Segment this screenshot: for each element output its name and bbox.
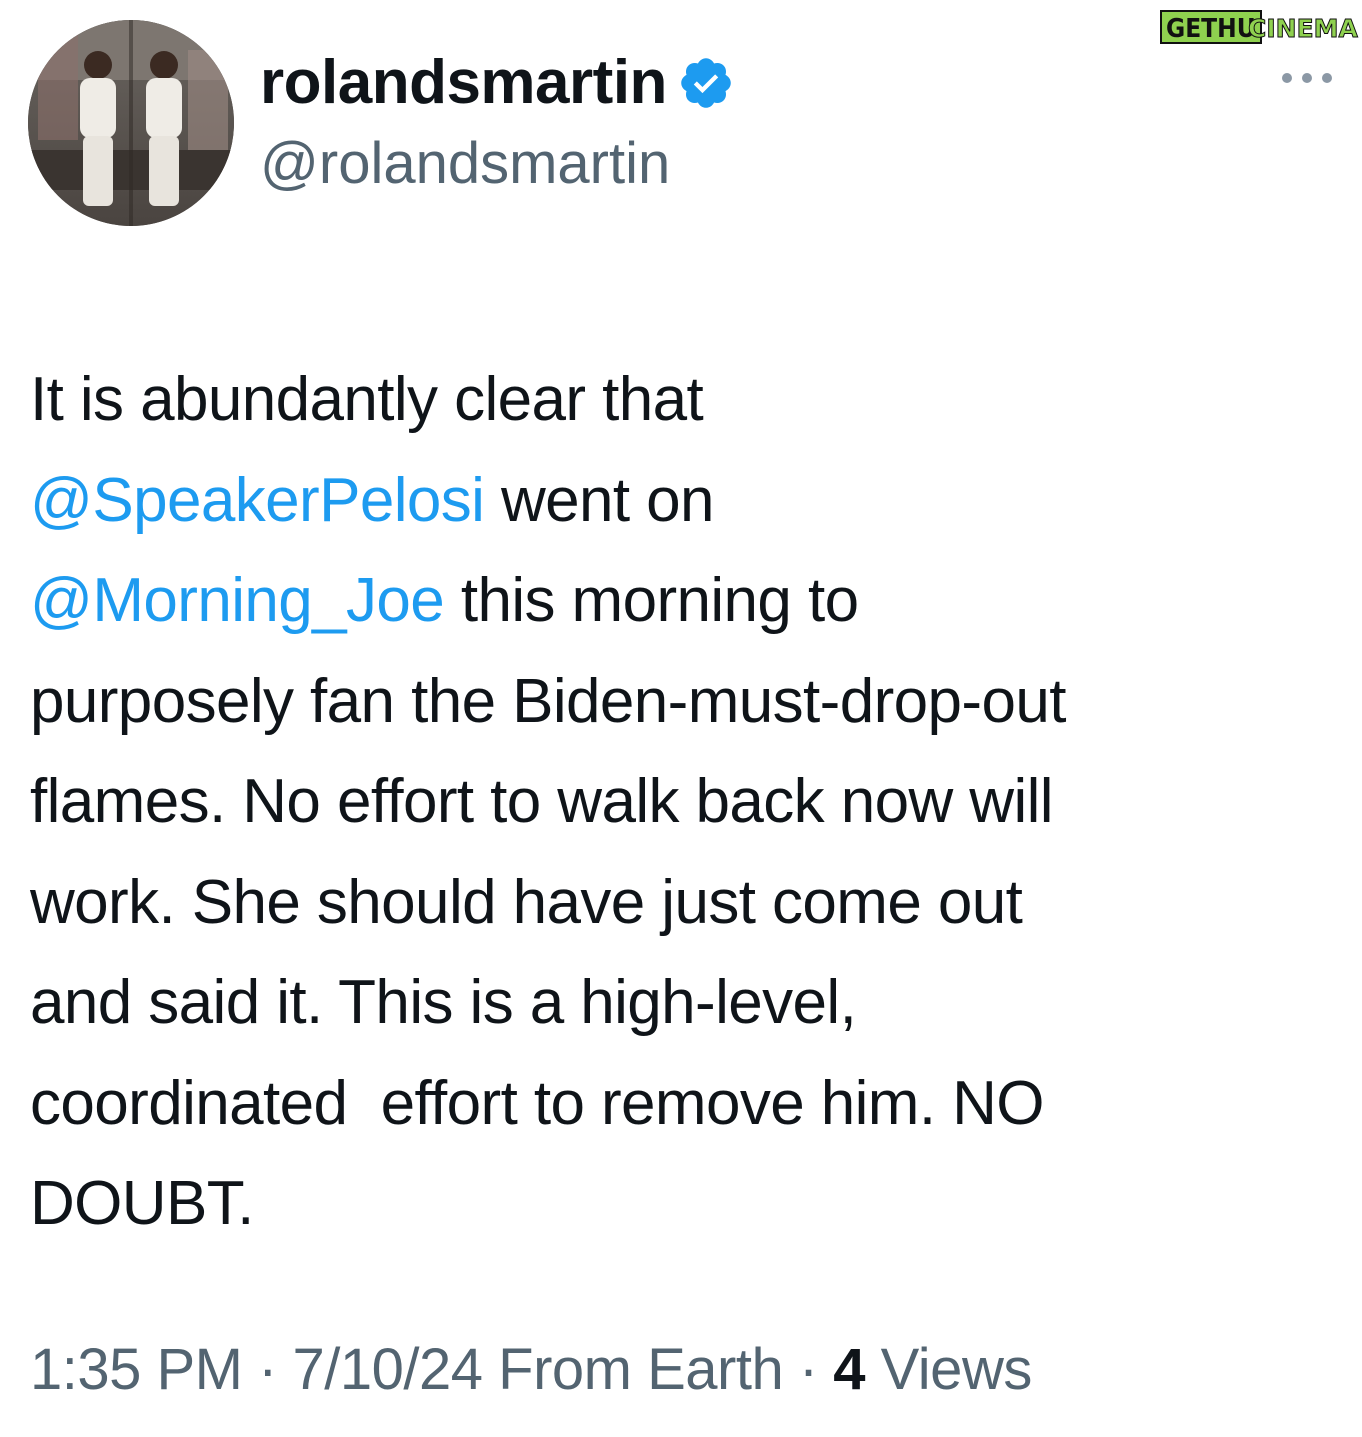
- watermark-logo: GETHU CINEMA: [1156, 6, 1359, 46]
- tweet-line: and said it. This is a high-level,: [30, 953, 1340, 1054]
- tweet-text-segment: flames. No effort to walk back now will: [30, 767, 1054, 836]
- tweet-text-segment: and said it. This is a high-level,: [30, 968, 857, 1037]
- mention-link[interactable]: @Morning_Joe: [30, 566, 445, 635]
- more-options-icon[interactable]: [1282, 66, 1332, 90]
- author-name-row[interactable]: rolandsmartin: [260, 48, 735, 118]
- tweet-text-segment: this morning to: [444, 566, 859, 635]
- tweet-line: It is abundantly clear that: [30, 350, 1340, 451]
- avatar[interactable]: [28, 20, 234, 226]
- tweet-text-segment: purposely fan the Biden-must-drop-out: [30, 666, 1066, 736]
- tweet-line: flames. No effort to walk back now will: [30, 752, 1340, 853]
- separator-dot: ·: [783, 1337, 834, 1402]
- tweet-line: @Morning_Joe this morning to: [30, 551, 1340, 652]
- watermark-cinema: CINEMA: [1248, 14, 1359, 44]
- watermark-gethu: GETHU: [1160, 10, 1262, 44]
- views-label: Views: [865, 1337, 1033, 1402]
- tweet-meta: 1:35 PM · 7/10/24 From Earth · 4 Views: [30, 1330, 1032, 1410]
- display-name[interactable]: rolandsmartin: [260, 52, 667, 114]
- tweet-line: @SpeakerPelosi went on: [30, 451, 1340, 552]
- views-count: 4: [833, 1337, 866, 1402]
- tweet-line: coordinated effort to remove him. NO: [30, 1054, 1340, 1155]
- tweet-text-segment: work. She should have just come out: [30, 867, 1023, 937]
- tweet-date[interactable]: 7/10/24: [293, 1337, 484, 1402]
- tweet-text-segment: coordinated effort to remove him. NO: [30, 1068, 1045, 1138]
- tweet-source: From Earth: [482, 1337, 784, 1402]
- tweet-text-segment: It is abundantly clear that: [30, 365, 704, 434]
- verified-badge-icon: [677, 54, 735, 112]
- tweet-line: purposely fan the Biden-must-drop-out: [30, 652, 1340, 753]
- author-handle[interactable]: @rolandsmartin: [260, 135, 670, 193]
- mention-link[interactable]: @SpeakerPelosi: [30, 466, 485, 535]
- tweet-line: DOUBT.: [30, 1154, 1340, 1255]
- separator-dot: ·: [242, 1337, 293, 1402]
- tweet-time[interactable]: 1:35 PM: [30, 1337, 243, 1402]
- tweet-text-segment: DOUBT.: [30, 1169, 254, 1238]
- tweet-line: work. She should have just come out: [30, 853, 1340, 954]
- tweet-text-segment: went on: [484, 465, 715, 535]
- tweet-text: It is abundantly clear that @SpeakerPelos…: [30, 350, 1340, 1255]
